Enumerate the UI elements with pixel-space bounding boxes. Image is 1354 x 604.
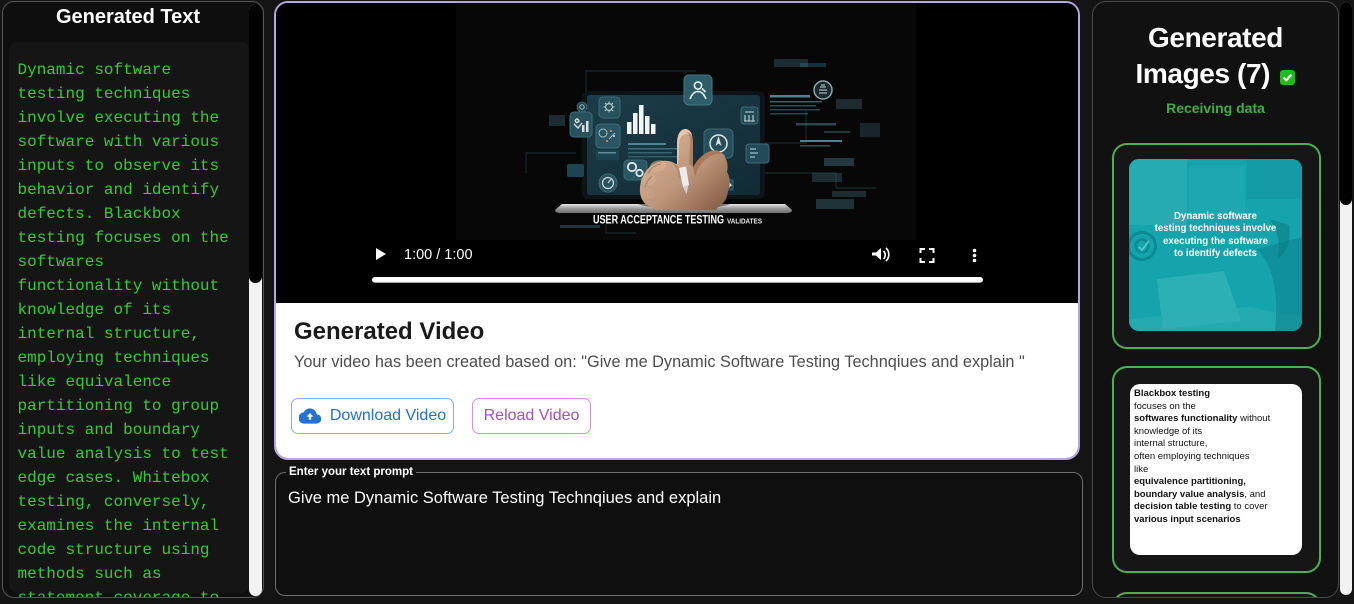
svg-text:VALIDATES: VALIDATES (727, 217, 762, 226)
svg-text:1:00 / 1:00: 1:00 / 1:00 (404, 247, 473, 263)
svg-text:USER ACCEPTANCE TESTING: USER ACCEPTANCE TESTING (593, 213, 724, 227)
